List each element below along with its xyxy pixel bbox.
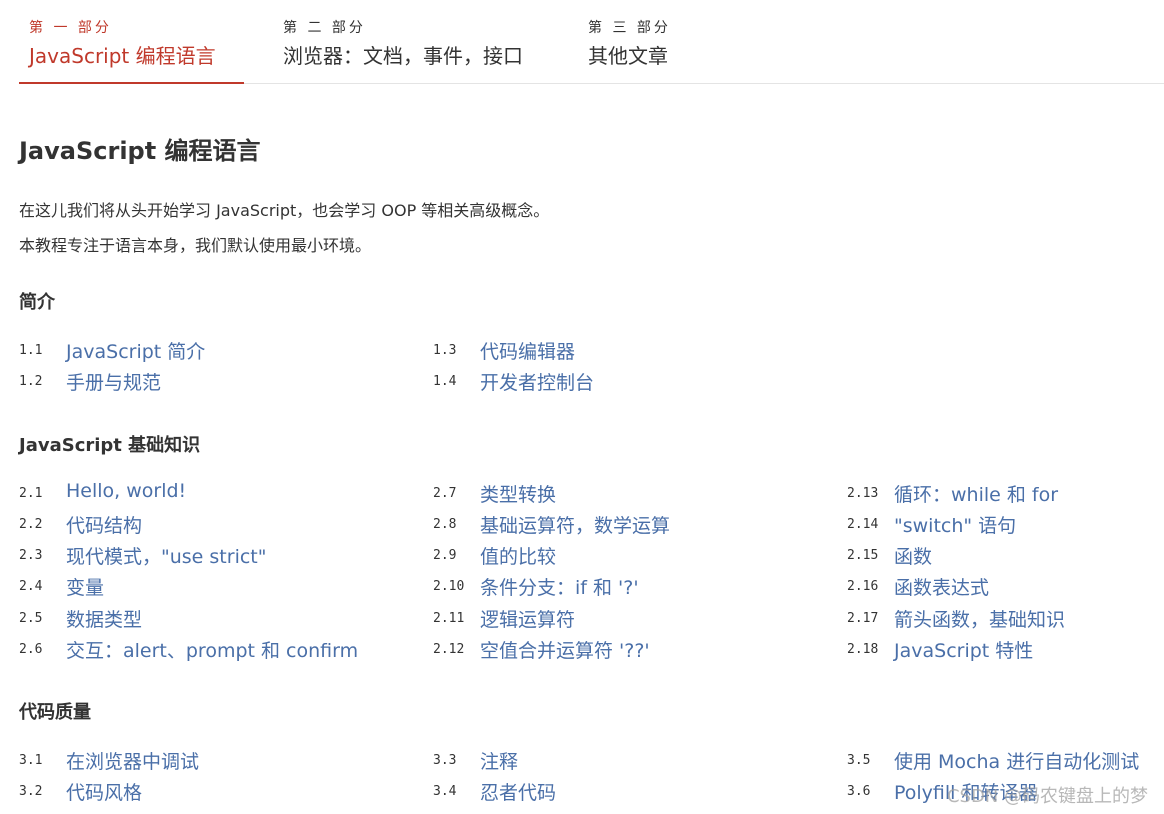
toc-link[interactable]: "switch" 语句 (894, 511, 1016, 538)
toc-link[interactable]: 值的比较 (480, 542, 556, 569)
toc-number: 2.15 (847, 548, 879, 563)
toc-link[interactable]: 循环：while 和 for (894, 480, 1058, 507)
intro-paragraph: 本教程专注于语言本身，我们默认使用最小环境。 (19, 236, 372, 255)
toc-link[interactable]: 在浏览器中调试 (66, 747, 199, 774)
section-heading-intro: 简介 (19, 292, 55, 313)
toc-number: 2.14 (847, 517, 879, 532)
page-title: JavaScript 编程语言 (19, 137, 261, 165)
toc-number: 1.1 (19, 343, 43, 358)
toc-number: 3.1 (19, 753, 43, 768)
toc-link[interactable]: 忍者代码 (480, 778, 556, 805)
toc-number: 3.6 (847, 784, 871, 799)
toc-link[interactable]: 代码结构 (66, 511, 142, 538)
toc-number: 3.5 (847, 753, 871, 768)
toc-link[interactable]: Hello, world! (66, 480, 186, 502)
toc-link[interactable]: JavaScript 特性 (894, 636, 1033, 663)
toc-link[interactable]: 使用 Mocha 进行自动化测试 (894, 747, 1139, 774)
toc-link[interactable]: 数据类型 (66, 605, 142, 632)
toc-link[interactable]: 逻辑运算符 (480, 605, 575, 632)
watermark: CSDN @码农键盘上的梦 (946, 786, 1148, 807)
toc-number: 1.4 (433, 374, 457, 389)
toc-link[interactable]: 代码风格 (66, 778, 142, 805)
toc-number: 2.5 (19, 611, 43, 626)
toc-link[interactable]: 代码编辑器 (480, 337, 575, 364)
toc-link[interactable]: 条件分支：if 和 '?' (480, 573, 639, 600)
toc-link[interactable]: 变量 (66, 573, 104, 600)
toc-number: 2.6 (19, 642, 43, 657)
toc-link[interactable]: 函数表达式 (894, 573, 989, 600)
section-heading-code-quality: 代码质量 (19, 702, 91, 723)
tab-title: 浏览器：文档，事件，接口 (283, 44, 523, 68)
toc-number: 2.7 (433, 486, 457, 501)
toc-number: 3.2 (19, 784, 43, 799)
toc-number: 1.2 (19, 374, 43, 389)
toc-link[interactable]: 现代模式，"use strict" (66, 542, 266, 569)
toc-link[interactable]: 函数 (894, 542, 932, 569)
toc-number: 2.17 (847, 611, 879, 626)
toc-link[interactable]: 箭头函数，基础知识 (894, 605, 1065, 632)
toc-link[interactable]: 手册与规范 (66, 368, 161, 395)
section-heading-basics: JavaScript 基础知识 (19, 435, 201, 456)
tab-kicker: 第 三 部分 (588, 20, 671, 36)
toc-link[interactable]: 交互：alert、prompt 和 confirm (66, 636, 358, 663)
toc-number: 2.18 (847, 642, 879, 657)
tab-part-3[interactable]: 第 三 部分 其他文章 (588, 0, 688, 83)
toc-number: 2.13 (847, 486, 879, 501)
tab-part-1[interactable]: 第 一 部分 JavaScript 编程语言 (19, 0, 244, 84)
tab-title: 其他文章 (588, 44, 668, 68)
toc-number: 2.9 (433, 548, 457, 563)
toc-link[interactable]: 注释 (480, 747, 518, 774)
toc-link[interactable]: JavaScript 简介 (66, 337, 205, 364)
toc-number: 2.2 (19, 517, 43, 532)
toc-number: 3.3 (433, 753, 457, 768)
toc-number: 2.8 (433, 517, 457, 532)
toc-number: 2.16 (847, 579, 879, 594)
toc-number: 2.4 (19, 579, 43, 594)
tab-part-2[interactable]: 第 二 部分 浏览器：文档，事件，接口 (283, 0, 553, 83)
tab-title: JavaScript 编程语言 (29, 44, 216, 68)
tab-kicker: 第 一 部分 (29, 20, 112, 36)
toc-number: 2.11 (433, 611, 465, 626)
toc-number: 2.3 (19, 548, 43, 563)
toc-link[interactable]: 基础运算符，数学运算 (480, 511, 670, 538)
tab-kicker: 第 二 部分 (283, 20, 366, 36)
toc-number: 2.12 (433, 642, 465, 657)
toc-number: 2.1 (19, 486, 43, 501)
toc-number: 3.4 (433, 784, 457, 799)
part-tabs: 第 一 部分 JavaScript 编程语言 第 二 部分 浏览器：文档，事件，… (19, 0, 1164, 84)
toc-link[interactable]: 空值合并运算符 '??' (480, 636, 650, 663)
toc-link[interactable]: 类型转换 (480, 480, 556, 507)
toc-link[interactable]: 开发者控制台 (480, 368, 594, 395)
intro-paragraph: 在这儿我们将从头开始学习 JavaScript，也会学习 OOP 等相关高级概念… (19, 201, 550, 220)
toc-number: 2.10 (433, 579, 465, 594)
toc-number: 1.3 (433, 343, 457, 358)
